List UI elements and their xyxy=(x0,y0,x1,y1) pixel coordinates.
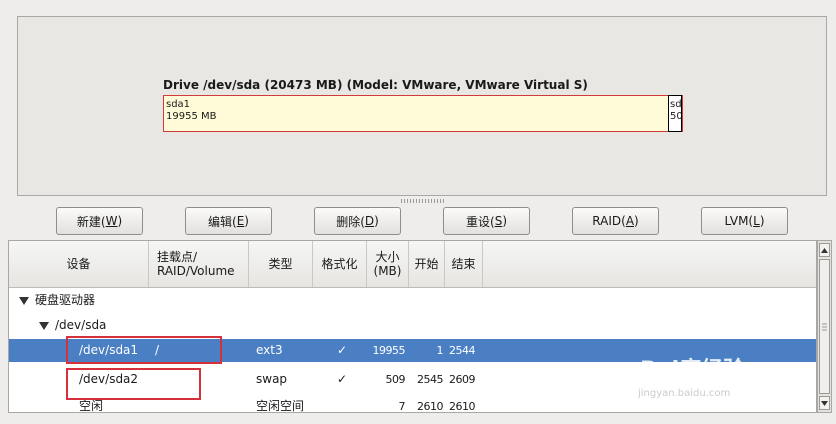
partition-segment-small-line2: 50 xyxy=(670,111,682,122)
tree-cell-hard-drives: 硬盘驱动器 xyxy=(19,289,95,312)
scroll-up-arrow-icon[interactable] xyxy=(819,243,830,257)
edit-button-mnemonic: E xyxy=(236,214,245,228)
raid-button-label-end: ) xyxy=(634,214,639,228)
column-header-device-label: 设备 xyxy=(66,257,91,271)
column-header-size[interactable]: 大小 (MB) xyxy=(367,241,409,287)
drive-title: Drive /dev/sda (20473 MB) (Model: VMware… xyxy=(163,78,588,92)
column-header-mount-line2: RAID/Volume xyxy=(157,264,235,278)
row-format-check xyxy=(333,395,351,412)
delete-button-label-end: ) xyxy=(374,214,379,228)
drive-visualization-panel: Drive /dev/sda (20473 MB) (Model: VMware… xyxy=(17,16,827,196)
row-format-check: ✓ xyxy=(336,343,348,357)
reset-button[interactable]: 重设(S) xyxy=(443,207,530,235)
tree-row-hard-drives[interactable]: 硬盘驱动器 xyxy=(9,289,816,312)
reset-button-label-end: ) xyxy=(502,214,507,228)
new-button-label: 新建( xyxy=(76,214,106,229)
pane-resize-handle[interactable] xyxy=(401,199,445,203)
column-header-format-label: 格式化 xyxy=(321,257,358,271)
row-type: 空闲空间 xyxy=(256,399,305,413)
scroll-down-arrow-icon[interactable] xyxy=(819,396,830,410)
annotation-box-sda1 xyxy=(66,336,222,364)
delete-button[interactable]: 删除(D) xyxy=(314,207,401,235)
tree-label-disk-sda: /dev/sda xyxy=(55,318,107,332)
partition-segment-sda2[interactable]: sd 50 xyxy=(668,95,682,132)
row-size: 19955 xyxy=(372,344,406,357)
new-button-label-end: ) xyxy=(117,214,123,228)
row-end: 2609 xyxy=(449,373,476,386)
column-header-format[interactable]: 格式化 xyxy=(313,241,367,287)
row-format-check: ✓ xyxy=(336,372,348,386)
row-end: 2544 xyxy=(449,344,476,357)
row-type: swap xyxy=(256,372,288,386)
column-header-mount-line1: 挂载点/ xyxy=(157,250,198,264)
column-header-end[interactable]: 结束 xyxy=(445,241,483,287)
column-header-size-line2: (MB) xyxy=(373,264,402,278)
new-button-mnemonic: W xyxy=(105,214,118,228)
expander-down-icon[interactable] xyxy=(39,321,49,330)
reset-button-mnemonic: S xyxy=(494,214,503,228)
edit-button-label: 编辑( xyxy=(208,214,237,229)
tree-label-hard-drives: 硬盘驱动器 xyxy=(35,293,96,307)
column-header-device[interactable]: 设备 xyxy=(9,241,149,287)
raid-button-label: RAID( xyxy=(592,214,626,228)
column-header-mount-label: 挂载点/RAID/Volume xyxy=(157,250,235,278)
row-size: 509 xyxy=(385,373,406,386)
row-type: ext3 xyxy=(256,343,283,357)
raid-button-mnemonic: A xyxy=(625,214,635,228)
new-button[interactable]: 新建(W) xyxy=(56,207,143,235)
lvm-button-mnemonic: L xyxy=(753,214,760,228)
partition-segment-name: sda1 xyxy=(166,99,191,110)
reset-button-label: 重设( xyxy=(466,214,495,229)
raid-button[interactable]: RAID(A) xyxy=(572,207,659,235)
row-start: 1 xyxy=(436,344,444,357)
edit-button-label-end: ) xyxy=(244,214,249,228)
partition-segment-size: 19955 MB xyxy=(166,111,217,122)
tree-cell-disk-sda: /dev/sda xyxy=(39,314,106,337)
baidu-watermark-url: jingyan.baidu.com xyxy=(638,388,731,399)
baidu-watermark-logo: Bai度经验 xyxy=(640,358,746,383)
row-size: 7 xyxy=(398,400,406,413)
lvm-button-label: LVM( xyxy=(724,214,754,228)
column-header-size-label: 大小 (MB) xyxy=(374,250,402,278)
column-header-mount[interactable]: 挂载点/RAID/Volume xyxy=(149,241,249,287)
column-header-start[interactable]: 开始 xyxy=(409,241,445,287)
delete-button-label: 删除( xyxy=(336,214,365,229)
row-end: 2610 xyxy=(449,400,476,413)
annotation-box-sda2 xyxy=(66,368,201,400)
partition-segment-small-line1: sd xyxy=(670,99,682,110)
tree-row-disk-sda[interactable]: /dev/sda xyxy=(9,314,816,337)
lvm-button-label-end: ) xyxy=(759,214,765,228)
column-header-end-label: 结束 xyxy=(451,257,476,271)
column-header-size-line1: 大小 xyxy=(375,250,400,264)
column-header-start-label: 开始 xyxy=(414,257,439,271)
lvm-button[interactable]: LVM(L) xyxy=(701,207,788,235)
column-header-type[interactable]: 类型 xyxy=(249,241,313,287)
table-scrollbar[interactable] xyxy=(817,240,832,413)
delete-button-mnemonic: D xyxy=(364,214,375,228)
edit-button[interactable]: 编辑(E) xyxy=(185,207,272,235)
partition-segment-sda1[interactable]: sda1 19955 MB xyxy=(163,95,683,132)
table-header: 设备 挂载点/RAID/Volume 类型 格式化 大小 (MB) 开始 结束 xyxy=(9,241,816,288)
row-start: 2545 xyxy=(417,373,444,386)
scrollbar-thumb[interactable] xyxy=(819,259,830,394)
row-start: 2610 xyxy=(417,400,444,413)
expander-down-icon[interactable] xyxy=(19,296,29,305)
column-header-type-label: 类型 xyxy=(268,257,293,271)
